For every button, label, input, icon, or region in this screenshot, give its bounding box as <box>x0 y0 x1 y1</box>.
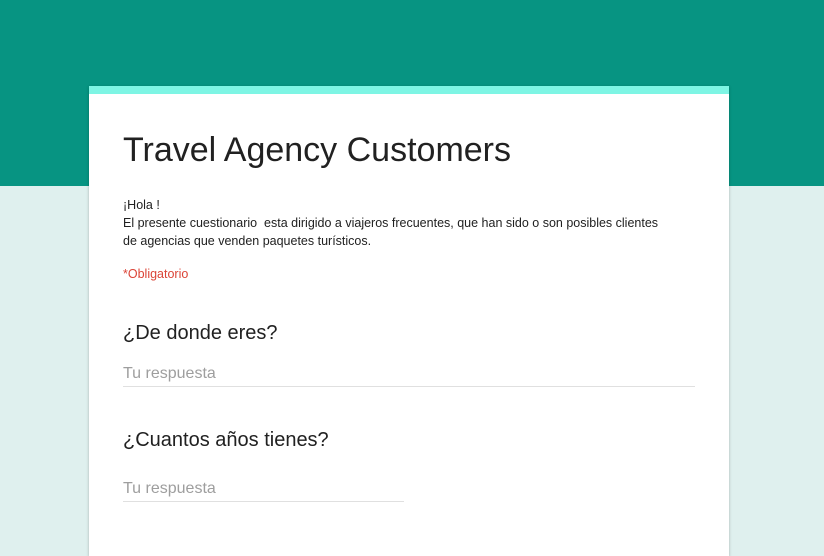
form-description: ¡Hola ! El presente cuestionario esta di… <box>123 196 703 250</box>
answer-input-origin[interactable] <box>123 364 695 387</box>
description-line: El presente cuestionario esta dirigido a… <box>123 216 659 230</box>
answer-input-age[interactable] <box>123 479 404 502</box>
description-line: ¡Hola ! <box>123 198 160 212</box>
question-title-origin: ¿De donde eres? <box>123 322 278 344</box>
description-line: de agencias que venden paquetes turístic… <box>123 234 372 248</box>
required-note: *Obligatorio <box>123 267 189 281</box>
accent-bar <box>89 86 729 94</box>
form-title: Travel Agency Customers <box>123 131 511 169</box>
question-title-age: ¿Cuantos años tienes? <box>123 429 329 451</box>
form-card: Travel Agency Customers ¡Hola ! El prese… <box>89 86 729 556</box>
